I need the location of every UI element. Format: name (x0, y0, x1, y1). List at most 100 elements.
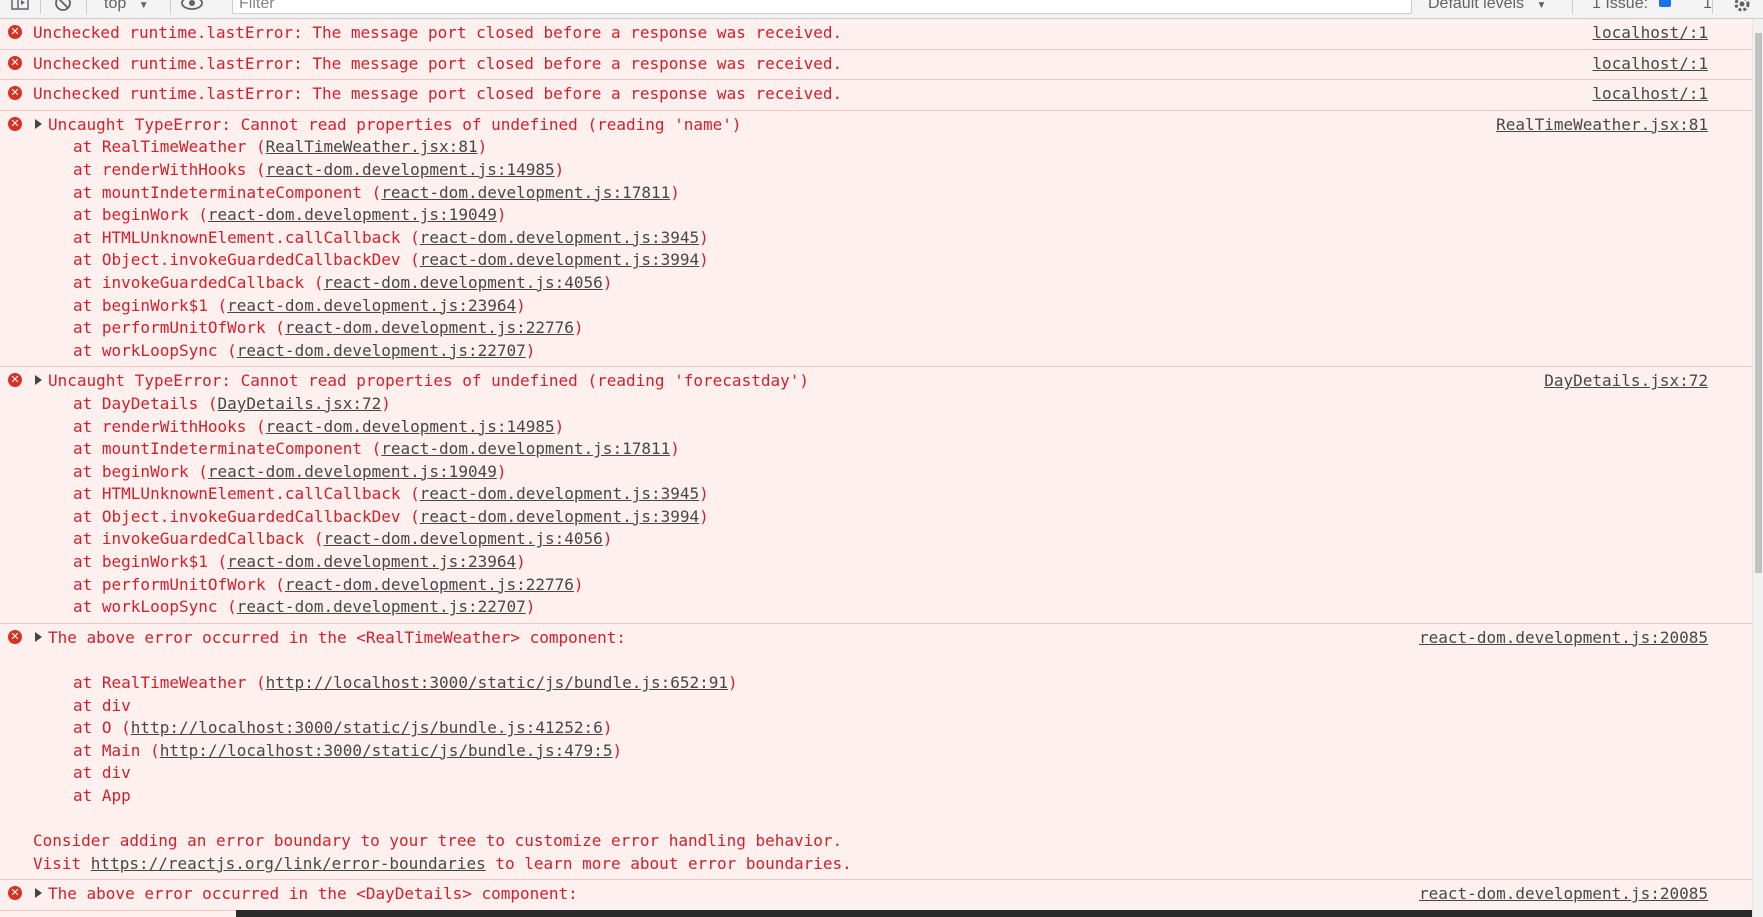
horizontal-scrollbar[interactable] (236, 910, 1752, 917)
frame-prefix: at invokeGuardedCallback ( (73, 272, 324, 292)
source-link[interactable]: react-dom.development.js:22776 (285, 575, 574, 594)
gear-icon[interactable] (1732, 0, 1752, 18)
console-error-message[interactable]: ✕ localhost/:1 Unchecked runtime.lastError… (0, 50, 1752, 81)
frame-prefix: at Object.invokeGuardedCallbackDev ( (73, 250, 420, 270)
frame-prefix: at HTMLUnknownElement.callCallback ( (73, 484, 420, 504)
message-source-link[interactable]: localhost/:1 (1592, 22, 1708, 44)
console-error-message[interactable]: ✕ react-dom.development.js:20085 The above… (0, 624, 1752, 881)
stack-frame: at workLoopSync (react-dom.development.j… (0, 596, 1752, 619)
source-link[interactable]: react-dom.development.js:22707 (237, 597, 526, 616)
stack-frame: at renderWithHooks (react-dom.developmen… (0, 416, 1752, 439)
message-text-line: Consider adding an error boundary to you… (0, 830, 1752, 853)
stack-frame: at div (0, 762, 1752, 785)
source-link[interactable]: react-dom.development.js:3994 (420, 507, 699, 526)
toolbar-separator (1712, 0, 1713, 14)
source-link[interactable]: react-dom.development.js:4056 (323, 529, 602, 548)
source-link[interactable]: react-dom.development.js:22707 (237, 341, 526, 360)
frame-suffix: ) (612, 740, 623, 760)
message-text: Unchecked runtime.lastError: The message… (33, 84, 843, 104)
frame-prefix: at Object.invokeGuardedCallbackDev ( (73, 506, 420, 526)
stack-frame: at RealTimeWeather (RealTimeWeather.jsx:… (0, 136, 1752, 159)
console-error-message[interactable]: ✕ react-dom.development.js:20085 The above… (0, 880, 1752, 911)
filter-input[interactable]: Filter (232, 0, 1412, 14)
console-error-message[interactable]: ✕ localhost/:1 Unchecked runtime.lastError… (0, 80, 1752, 111)
expand-triangle-icon[interactable] (35, 375, 42, 386)
frame-suffix: ) (525, 597, 536, 617)
message-source-link[interactable]: react-dom.development.js:20085 (1419, 627, 1708, 649)
stack-frame: at invokeGuardedCallback (react-dom.deve… (0, 528, 1752, 551)
error-icon: ✕ (8, 116, 22, 131)
frame-suffix: ) (477, 137, 488, 157)
stack-frame: at DayDetails (DayDetails.jsx:72) (0, 393, 1752, 416)
console-error-message[interactable]: ✕ DayDetails.jsx:72 Uncaught TypeError: Ca… (0, 367, 1752, 624)
frame-suffix: ) (516, 295, 526, 315)
chevron-down-icon: ▼ (138, 0, 149, 11)
source-link[interactable]: react-dom.development.js:19049 (208, 462, 497, 481)
frame-prefix: at RealTimeWeather ( (73, 673, 266, 693)
frame-prefix: at beginWork ( (73, 461, 208, 481)
source-link[interactable]: react-dom.development.js:14985 (266, 160, 555, 179)
toolbar-separator (1572, 0, 1573, 14)
source-link[interactable]: react-dom.development.js:22776 (285, 318, 574, 337)
expand-triangle-icon[interactable] (35, 888, 42, 899)
filter-placeholder: Filter (239, 0, 275, 12)
source-link[interactable]: react-dom.development.js:4056 (323, 273, 602, 292)
console-toolbar: top ▼ Filter Default levels ▼ 1 Issue: 1 (0, 0, 1763, 19)
source-link[interactable]: react-dom.development.js:3994 (420, 250, 699, 269)
frame-prefix: at renderWithHooks ( (73, 159, 266, 179)
frame-prefix: at DayDetails ( (73, 393, 218, 413)
message-text: at div (73, 763, 131, 783)
source-link[interactable]: react-dom.development.js:23964 (227, 296, 516, 315)
message-source-link[interactable]: localhost/:1 (1592, 53, 1708, 75)
frame-prefix: at invokeGuardedCallback ( (73, 529, 324, 549)
console-error-message[interactable]: ✕ localhost/:1 Unchecked runtime.lastError… (0, 19, 1752, 50)
context-selector[interactable]: top ▼ (104, 0, 149, 13)
frame-prefix: at HTMLUnknownElement.callCallback ( (73, 227, 420, 247)
issues-button[interactable]: 1 Issue: 1 (1592, 0, 1712, 13)
message-text-line: Unchecked runtime.lastError: The message… (0, 22, 1752, 45)
frame-prefix: at RealTimeWeather ( (73, 137, 266, 157)
source-link[interactable]: react-dom.development.js:14985 (266, 417, 555, 436)
message-source-link[interactable]: RealTimeWeather.jsx:81 (1496, 114, 1708, 136)
frame-prefix: at mountIndeterminateComponent ( (73, 439, 382, 459)
message-text: The above error occurred in the <RealTim… (48, 627, 626, 647)
source-link[interactable]: react-dom.development.js:3945 (420, 484, 699, 503)
toolbar-separator (170, 0, 171, 14)
frame-suffix: ) (699, 250, 709, 270)
stack-frame: at performUnitOfWork (react-dom.developm… (0, 574, 1752, 597)
message-source-link[interactable]: localhost/:1 (1592, 83, 1708, 105)
source-link[interactable]: https://reactjs.org/link/error-boundarie… (91, 854, 486, 873)
frame-suffix: ) (699, 506, 709, 526)
frame-suffix: ) (381, 393, 391, 413)
stack-frame: at O (http://localhost:3000/static/js/bu… (0, 717, 1752, 740)
source-link[interactable]: http://localhost:3000/static/js/bundle.j… (131, 718, 603, 737)
source-link[interactable]: http://localhost:3000/static/js/bundle.j… (160, 741, 613, 760)
expand-triangle-icon[interactable] (35, 631, 42, 642)
error-icon: ✕ (8, 629, 22, 644)
scrollbar-thumb[interactable] (1755, 33, 1762, 573)
message-source-link[interactable]: DayDetails.jsx:72 (1544, 370, 1708, 392)
sidebar-toggle-icon[interactable] (10, 0, 30, 17)
source-link[interactable]: http://localhost:3000/static/js/bundle.j… (266, 673, 728, 692)
stack-frame: at App (0, 785, 1752, 808)
console-error-message[interactable]: ✕ RealTimeWeather.jsx:81 Uncaught TypeErro… (0, 111, 1752, 368)
source-link[interactable]: react-dom.development.js:17811 (381, 183, 670, 202)
source-link[interactable]: DayDetails.jsx:72 (218, 394, 382, 413)
source-link[interactable]: react-dom.development.js:3945 (420, 228, 699, 247)
stack-frame: at renderWithHooks (react-dom.developmen… (0, 159, 1752, 182)
expand-triangle-icon[interactable] (35, 118, 42, 129)
clear-console-icon[interactable] (54, 0, 72, 17)
vertical-scrollbar[interactable] (1752, 19, 1763, 917)
source-link[interactable]: react-dom.development.js:23964 (227, 552, 516, 571)
source-link[interactable]: react-dom.development.js:19049 (208, 205, 497, 224)
stack-frame: at invokeGuardedCallback (react-dom.deve… (0, 272, 1752, 295)
log-levels-dropdown[interactable]: Default levels ▼ (1428, 0, 1546, 13)
source-link[interactable]: RealTimeWeather.jsx:81 (266, 137, 478, 156)
message-text: Uncaught TypeError: Cannot read properti… (48, 371, 809, 391)
eye-icon[interactable] (180, 0, 204, 17)
message-text: Unchecked runtime.lastError: The message… (33, 53, 843, 73)
message-source-link[interactable]: react-dom.development.js:20085 (1419, 883, 1708, 905)
source-link[interactable]: react-dom.development.js:17811 (381, 439, 670, 458)
stack-frame: at performUnitOfWork (react-dom.developm… (0, 317, 1752, 340)
message-text-line: Unchecked runtime.lastError: The message… (0, 83, 1752, 106)
